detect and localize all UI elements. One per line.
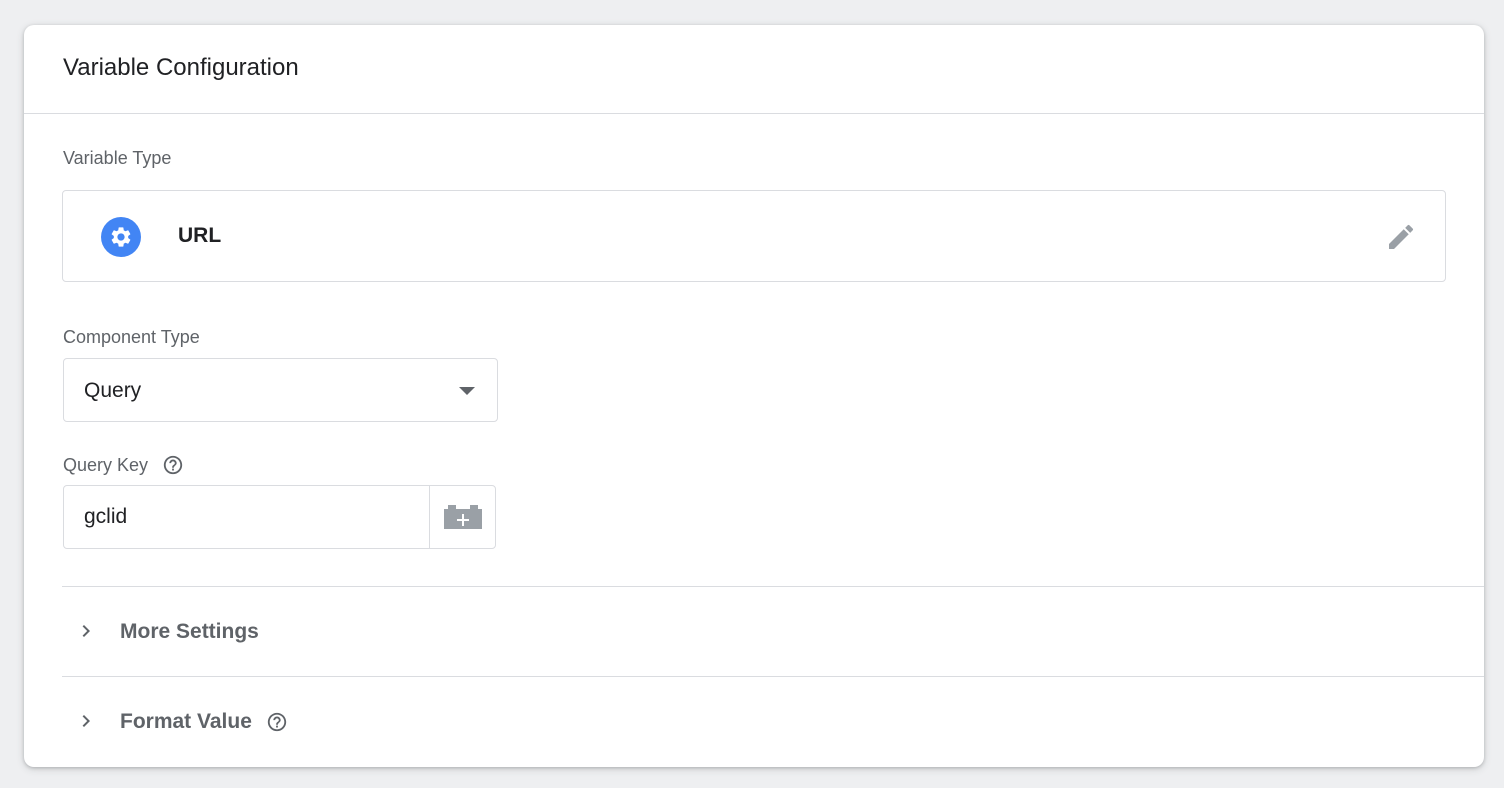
pencil-icon[interactable] bbox=[1383, 219, 1419, 255]
more-settings-section[interactable]: More Settings bbox=[62, 586, 1484, 677]
variable-type-label: Variable Type bbox=[63, 148, 172, 168]
add-variable-button[interactable] bbox=[429, 486, 495, 548]
more-settings-label-row: More Settings bbox=[120, 619, 259, 645]
more-settings-label: More Settings bbox=[120, 620, 259, 643]
component-type-label: Component Type bbox=[63, 327, 200, 347]
card-title: Variable Configuration bbox=[63, 54, 299, 81]
help-circle-icon[interactable] bbox=[162, 454, 184, 476]
component-type-selected: Query bbox=[84, 379, 142, 402]
query-key-label-row: Query Key bbox=[63, 454, 184, 476]
format-value-label-row: Format Value bbox=[120, 709, 288, 735]
add-variable-icon bbox=[443, 505, 482, 529]
card-header: Variable Configuration bbox=[24, 25, 1484, 114]
variable-type-box[interactable]: URL bbox=[62, 190, 1446, 282]
dropdown-arrow-icon bbox=[459, 387, 475, 395]
query-key-label: Query Key bbox=[63, 455, 149, 475]
component-type-select[interactable]: Query bbox=[63, 358, 498, 422]
chevron-right-icon bbox=[82, 625, 90, 637]
help-circle-icon[interactable] bbox=[266, 711, 288, 733]
format-value-section[interactable]: Format Value bbox=[62, 676, 1484, 767]
variable-type-value: URL bbox=[178, 224, 222, 247]
chevron-right-icon bbox=[82, 715, 90, 727]
format-value-label: Format Value bbox=[120, 710, 252, 733]
query-key-input[interactable] bbox=[64, 486, 430, 548]
gear-icon bbox=[101, 217, 141, 257]
variable-configuration-card: Variable Configuration Variable Type URL… bbox=[24, 25, 1484, 767]
query-key-input-group bbox=[63, 485, 496, 549]
